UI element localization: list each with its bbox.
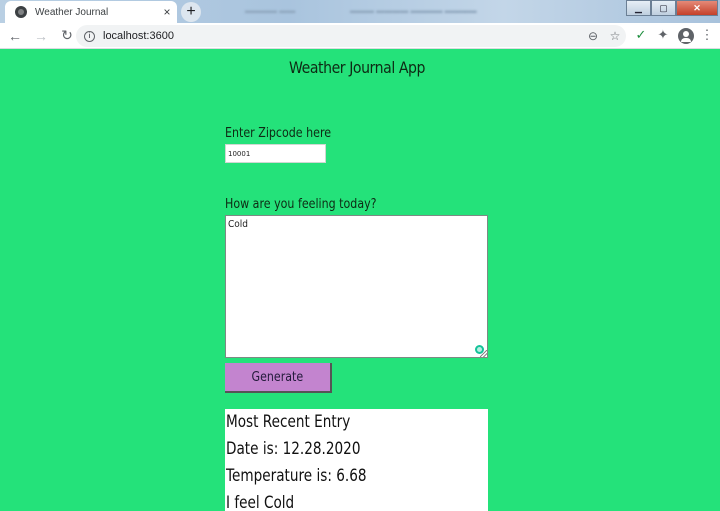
zoom-icon[interactable]: ⊖ xyxy=(582,29,604,43)
zipcode-label: Enter Zipcode here xyxy=(225,125,332,141)
globe-icon xyxy=(15,6,27,18)
bookmark-star-icon[interactable]: ☆ xyxy=(604,29,626,43)
puzzle-extensions-icon[interactable]: ✦ xyxy=(654,27,672,43)
entry-content: I feel Cold xyxy=(226,493,295,511)
feelings-textarea[interactable]: Cold xyxy=(225,215,488,358)
new-tab-button[interactable]: + xyxy=(181,2,201,22)
generate-label: Generate xyxy=(251,369,304,385)
zipcode-input[interactable] xyxy=(225,144,326,163)
entry-temperature: Temperature is: 6.68 xyxy=(226,466,367,486)
resize-handle[interactable] xyxy=(480,350,487,357)
tab-strip: ▬▬▬▬ ▬▬ ▬▬▬ ▬▬▬▬ ▬▬▬▬ ▬▬▬▬ Weather Journ… xyxy=(0,0,720,23)
window-controls: ▁ ▢ ✕ xyxy=(626,0,718,16)
feelings-label: How are you feeling today? xyxy=(225,196,377,212)
tab-title: Weather Journal xyxy=(35,6,109,18)
site-info-icon[interactable]: i xyxy=(84,30,95,42)
close-tab-icon[interactable]: × xyxy=(157,5,177,19)
entry-heading: Most Recent Entry xyxy=(226,412,351,432)
minimize-button[interactable]: ▁ xyxy=(626,0,651,16)
app-title: Weather Journal App xyxy=(288,58,426,77)
url-text[interactable]: localhost:3600 xyxy=(103,30,582,42)
window-close-button[interactable]: ✕ xyxy=(676,0,718,16)
blurred-background-text: ▬▬▬▬ ▬▬ xyxy=(245,6,296,15)
extension-icon[interactable]: ✓ xyxy=(632,27,650,43)
browser-tab[interactable]: Weather Journal × xyxy=(5,1,177,23)
generate-button[interactable]: Generate xyxy=(225,363,332,393)
menu-kebab-icon[interactable]: ⋮ xyxy=(698,27,716,43)
maximize-button[interactable]: ▢ xyxy=(651,0,676,16)
page-content: Weather Journal App Enter Zipcode here H… xyxy=(0,50,720,511)
browser-toolbar: ← → ↻ i localhost:3600 ⊖ ☆ ✓ ✦ ⋮ xyxy=(0,23,720,49)
blurred-background-text: ▬▬▬ ▬▬▬▬ ▬▬▬▬ ▬▬▬▬ xyxy=(350,6,477,15)
most-recent-entry-panel: Most Recent Entry Date is: 12.28.2020 Te… xyxy=(225,409,488,511)
forward-icon[interactable]: → xyxy=(28,28,54,44)
back-icon[interactable]: ← xyxy=(2,28,28,44)
profile-avatar-icon[interactable] xyxy=(678,28,694,44)
entry-date: Date is: 12.28.2020 xyxy=(226,439,361,459)
address-bar[interactable]: i localhost:3600 ⊖ ☆ xyxy=(76,25,626,47)
